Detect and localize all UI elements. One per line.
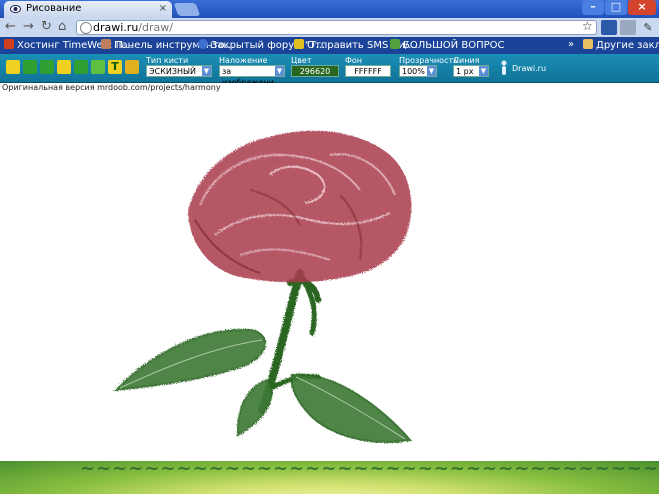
drawing-canvas[interactable] (0, 95, 659, 461)
address-bar[interactable]: drawi.ru/draw/ (76, 20, 597, 35)
save-icon[interactable] (6, 60, 20, 74)
bookmarks-overflow[interactable]: » (568, 39, 574, 50)
chevron-down-icon: ▼ (427, 66, 436, 76)
star-icon[interactable] (91, 60, 105, 74)
rose-bloom (188, 130, 412, 283)
forward-arrow-icon[interactable]: → (23, 20, 34, 34)
person-icon (501, 60, 507, 75)
credit-text: Оригинальная версия mrdoob.com/projects/… (2, 83, 221, 92)
avatar-icon (101, 39, 111, 49)
overlay-label: Наложение (219, 56, 268, 65)
chevron-down-icon: ▼ (202, 66, 211, 76)
eye-icon (10, 5, 21, 13)
brush-type-label: Тип кисти (146, 56, 189, 65)
line-width-select[interactable]: 1 px ▼ (453, 65, 489, 77)
text-icon[interactable]: T (108, 60, 122, 74)
color-input[interactable]: 296620 (291, 65, 339, 77)
tab-close-icon[interactable]: × (159, 3, 167, 14)
line-width-field: Линия 1 px ▼ (453, 56, 489, 77)
question-icon (390, 39, 400, 49)
navigation-bar: ← → ↻ ⌂ drawi.ru/draw/ ☆ (0, 18, 659, 37)
right-leaf (290, 373, 412, 443)
background-input[interactable]: FFFFFF (345, 65, 391, 77)
home-icon[interactable]: ⌂ (58, 20, 66, 34)
maximize-button[interactable]: □ (605, 0, 627, 15)
opacity-field: Прозрачность 100% ▼ (399, 56, 458, 77)
bookmark-star-icon[interactable]: ☆ (582, 19, 593, 33)
extension-14k-icon[interactable] (601, 20, 617, 35)
background-label: Фон (345, 56, 363, 65)
chevron-down-icon: ▼ (479, 66, 488, 76)
reload-icon[interactable]: ↻ (41, 20, 52, 34)
redo-icon[interactable] (40, 60, 54, 74)
pencil-icon[interactable] (74, 60, 88, 74)
opacity-label: Прозрачность (399, 56, 458, 65)
browser-tab[interactable]: Рисование × (4, 1, 172, 18)
new-tab-button[interactable] (173, 3, 201, 16)
url-host: drawi.ru (93, 21, 139, 34)
page-content: Оригинальная версия mrdoob.com/projects/… (0, 83, 659, 461)
trash-icon[interactable] (57, 60, 71, 74)
timeweb-icon (4, 39, 14, 49)
undo-icon[interactable] (23, 60, 37, 74)
folder-icon (583, 39, 593, 49)
left-leaf (113, 328, 267, 392)
globe-icon (80, 22, 92, 34)
bookmarks-bar: Хостинг TimeWeb: П... Панель инструменто… (0, 37, 659, 54)
chevron-down-icon: ▼ (275, 66, 284, 76)
footer-banner: ~~~~~~~~~~~~~~~~~~~~~~~~~~~~~~~~~~~~~~~~… (0, 461, 659, 494)
wrench-icon[interactable]: ✎ (640, 20, 656, 35)
bottom-leaf (236, 378, 273, 437)
title-bar: Рисование × – □ × (0, 0, 659, 18)
color-field: Цвет 296620 (291, 56, 339, 77)
background-field: Фон FFFFFF (345, 56, 391, 77)
color-label: Цвет (291, 56, 312, 65)
bookmark-item[interactable]: БОЛЬШОЙ ВОПРОС (390, 39, 504, 51)
eyedropper-icon[interactable] (125, 60, 139, 74)
brush-type-select[interactable]: ЭСКИЗНЫЙ ▼ (146, 65, 212, 77)
forum-icon (198, 39, 208, 49)
signal-icon[interactable] (620, 20, 636, 35)
tab-title: Рисование (26, 3, 82, 14)
drawing-toolbar: T Тип кисти ЭСКИЗНЫЙ▼ Наложение за изобр… (0, 54, 659, 87)
opacity-select[interactable]: 100% ▼ (399, 65, 437, 77)
back-arrow-icon[interactable]: ← (5, 20, 16, 34)
minimize-button[interactable]: – (582, 0, 604, 15)
brush-type-field: Тип кисти ЭСКИЗНЫЙ ▼ (146, 56, 212, 77)
other-bookmarks[interactable]: Другие закладки (583, 39, 659, 51)
banner-decoration: ~~~~~~~~~~~~~~~~~~~~~~~~~~~~~~~~~~~~~~~~… (80, 461, 659, 479)
beeline-icon (294, 39, 304, 49)
overlay-field: Наложение за изображени▼ (219, 56, 285, 87)
url-path: /draw/ (138, 21, 173, 34)
line-width-label: Линия (453, 56, 480, 65)
overlay-select[interactable]: за изображени▼ (219, 65, 285, 87)
close-window-button[interactable]: × (628, 0, 656, 15)
